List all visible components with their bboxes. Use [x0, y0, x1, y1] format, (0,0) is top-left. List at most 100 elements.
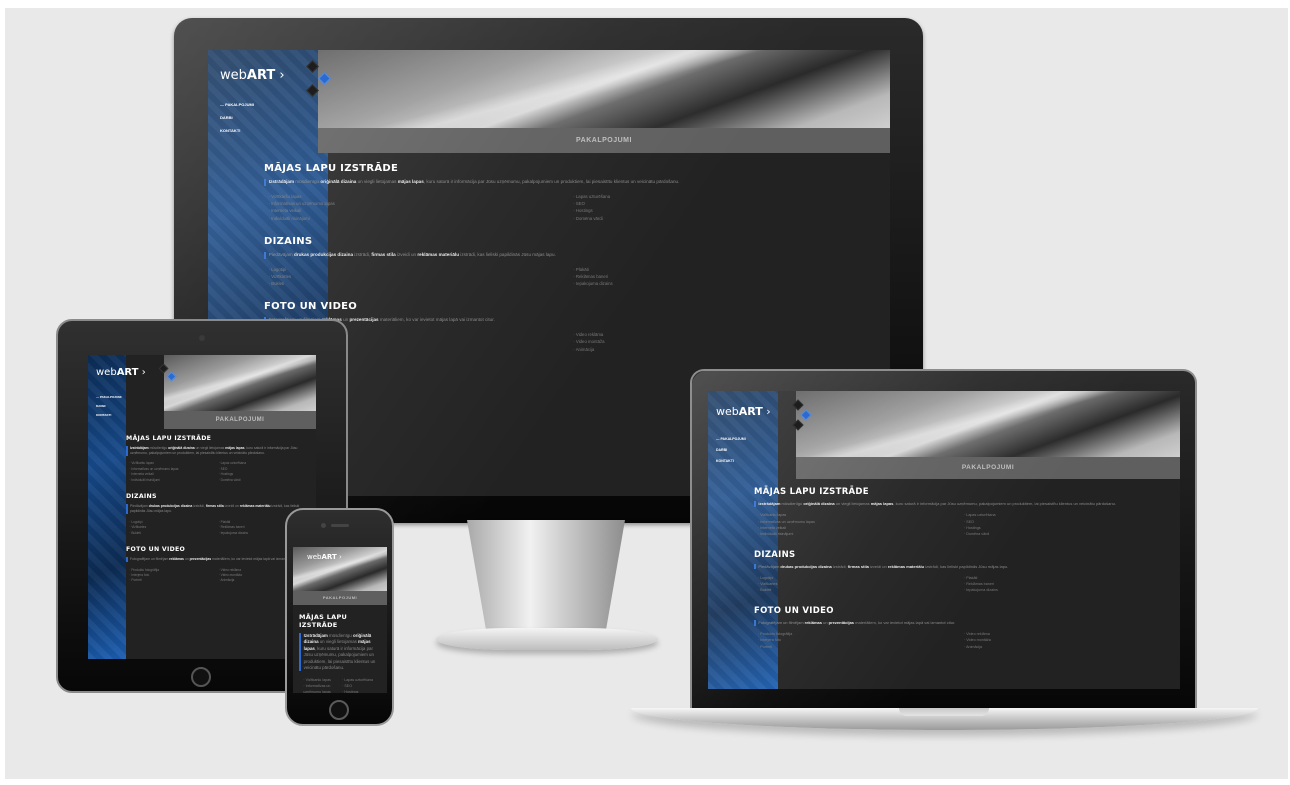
- nav-item-0[interactable]: — PAKALPOJUMI: [220, 102, 254, 107]
- content: MĀJAS LAPU IZSTRĀDE Izstrādājam mūsdienīg…: [754, 487, 1180, 662]
- logo[interactable]: webART ›: [96, 367, 146, 378]
- service-list-left: · Produktu fotogrāfija· Interjera foto· …: [758, 631, 964, 650]
- logo[interactable]: webART ›: [716, 405, 771, 418]
- service-item: · Video montāža: [573, 339, 605, 345]
- service-lists: · Produktu fotogrāfija· Interjera foto· …: [754, 631, 1170, 650]
- service-item-text: Hostings: [575, 208, 593, 214]
- service-item: · Informatīvas un uzņēmumu lapas: [268, 200, 335, 206]
- section-title: FOTO UN VIDEO: [264, 301, 358, 313]
- service-item: · Animācija: [573, 346, 595, 352]
- service-item-text: Hostings: [344, 690, 359, 693]
- intro-highlight-3: mājas lapas: [397, 179, 424, 184]
- nav-item-1[interactable]: DARBI: [96, 404, 121, 408]
- service-item-text: Portreti: [131, 578, 142, 583]
- nav-item-0[interactable]: — PAKALPOJUMI: [96, 395, 121, 399]
- intro-pre: Fotografējam un filmējam: [130, 557, 170, 561]
- responsive-mockup: webART › — PAKALPOJUMI DARBI KONTAKTI PAKALP…: [0, 0, 1290, 785]
- intro-highlight-2: prezentācijas: [189, 557, 212, 561]
- service-item-text: Informatīvas un uzņēmumu lapas: [760, 519, 815, 524]
- service-item: · Informatīvas un uzņēmumu lapas: [303, 683, 331, 693]
- tablet-screen: webART › — PAKALPOJUMI DARBI KONTAKTI PAKALP…: [88, 355, 316, 659]
- website: webART › — PAKALPOJUMI DARBI KONTAKTI PAKALP…: [88, 355, 316, 659]
- intro-highlight-1: Izstrādājam: [303, 633, 328, 638]
- service-lists: · Logotipi · Vizītkartes · Bukleti · Plakāt…: [264, 266, 878, 288]
- service-list-left: · Vizītkaršu lapas · Informatīvas un uzņē…: [758, 512, 964, 537]
- nav-item-1[interactable]: DARBI: [716, 448, 746, 452]
- section-1: DIZAINS Piedāvājam drukas produkcijas diz…: [754, 550, 1170, 594]
- content: MĀJAS LAPU IZSTRĀDE Izstrādājam mūsdienīg…: [299, 613, 387, 693]
- intro-highlight-2: oriģinālā dizaina: [168, 446, 195, 450]
- nav-item-1[interactable]: DARBI: [220, 115, 254, 120]
- section-2: FOTO UN VIDEO Fotografējam un filmējam re…: [126, 546, 308, 584]
- nav-item-2[interactable]: KONTAKTI: [96, 413, 121, 417]
- main-nav: — PAKALPOJUMI DARBI KONTAKTI: [96, 395, 121, 422]
- service-item-text: Lapas uzturēšana: [344, 677, 373, 682]
- service-list-right: · Plakāti · Reklāmas baneri · Iepakojuma d…: [964, 575, 1170, 594]
- section-intro: Fotografējam un filmējam reklāmas un pre…: [126, 557, 308, 562]
- service-item: · Iepakojuma dizains: [964, 588, 998, 593]
- intro-mid-2: un viegli lietojamas: [356, 179, 398, 184]
- service-item: · Iepakojuma dizains: [573, 281, 613, 287]
- service-item: · Lapas uzturēšana: [573, 193, 611, 199]
- intro-mid-1: mūsdienīgu: [327, 633, 353, 638]
- logo-light: web: [307, 553, 322, 561]
- service-item-text: SEO: [575, 200, 585, 206]
- nav-item-2[interactable]: KONTAKTI: [716, 459, 746, 463]
- nav-item-0[interactable]: — PAKALPOJUMI: [716, 437, 746, 441]
- intro-highlight-1: reklāmas: [804, 619, 822, 625]
- service-item-text: Plakāti: [966, 575, 978, 580]
- logo[interactable]: webART ›: [307, 553, 342, 561]
- section-band: PAKALPOJUMI: [796, 457, 1180, 479]
- service-item-text: Logotipi: [271, 266, 287, 272]
- service-item-text: Individuāli risinājumi: [271, 215, 310, 221]
- service-item: · Portreti: [758, 644, 773, 649]
- intro-highlight-1: drukas produkcijas dizaina: [780, 563, 832, 569]
- service-item-text: Lapas uzturēšana: [575, 193, 611, 199]
- section-title: MĀJAS LAPU IZSTRĀDE: [754, 487, 869, 497]
- service-item: · Hostings: [573, 208, 593, 214]
- section-title: MĀJAS LAPU IZSTRĀDE: [299, 613, 348, 629]
- service-item-text: Hostings: [220, 472, 234, 477]
- section-intro: Piedāvājam drukas produkcijas dizaina iz…: [126, 504, 308, 515]
- service-item-text: Bukleti: [131, 530, 141, 535]
- service-item: · Individuāli risinājumi: [758, 532, 794, 537]
- intro-mid-1: izstrādi,: [353, 251, 372, 257]
- service-item-text: Individuāli risinājumi: [760, 532, 794, 537]
- intro-mid-2: izveidi un: [395, 251, 418, 257]
- logo[interactable]: webART ›: [220, 68, 285, 83]
- service-item-text: Reklāmas baneri: [220, 525, 245, 530]
- service-lists: · Vizītkaršu lapas · Informatīvas un uzņē…: [754, 512, 1170, 537]
- hero-image: [164, 355, 316, 411]
- nav-item-2[interactable]: KONTAKTI: [220, 128, 254, 133]
- section-intro: Fotografējam un filmējam reklāmas un pre…: [754, 619, 1170, 626]
- intro-mid-2: materiāliem, ko var ievietot mājas lapā …: [378, 317, 495, 323]
- service-item-text: Vizītkaršu lapas: [305, 677, 331, 682]
- website: webART › — PAKALPOJUMI DARBI KONTAKTI PAKALP…: [708, 391, 1180, 689]
- service-item-text: Video reklāma: [575, 332, 604, 338]
- section-2: FOTO UN VIDEO Fotografējam un filmējam re…: [264, 301, 878, 353]
- tablet-home-button[interactable]: [191, 667, 211, 687]
- intro-highlight-2: prezentācijas: [349, 317, 379, 323]
- service-item-text: Video montāža: [220, 572, 242, 577]
- service-item-text: Portreti: [760, 644, 773, 649]
- intro-post: , kuru saturā ir informācija par Jūsu uz…: [423, 179, 680, 184]
- section-0: MĀJAS LAPU IZSTRĀDE Izstrādājam mūsdienīg…: [754, 487, 1170, 538]
- service-item-text: Vizītkartes: [271, 273, 292, 279]
- service-item-text: Bukleti: [760, 588, 772, 593]
- service-item-text: Produktu fotogrāfija: [760, 632, 793, 637]
- section-intro: Fotografējam un filmējam reklāmas un pre…: [264, 317, 878, 325]
- intro-highlight-2: firmas stila: [847, 563, 869, 569]
- section-intro: Izstrādājam mūsdienīgu oriģinālā dizaina…: [754, 501, 1170, 507]
- service-item-text: Plakāti: [220, 519, 231, 524]
- intro-highlight-3: reklāmas materiālu: [239, 504, 271, 509]
- intro-mid-1: izstrādi,: [192, 504, 206, 509]
- service-item-text: Informatīvas un uzņēmumu lapas: [271, 200, 335, 206]
- service-item-text: Interneta veikali: [760, 525, 787, 530]
- phone-home-button[interactable]: [329, 700, 349, 720]
- section-title: DIZAINS: [264, 235, 313, 247]
- intro-mid-2: izveidi un: [868, 563, 888, 569]
- service-item-text: Iepakojuma dizains: [966, 588, 998, 593]
- service-item-text: Domēna vārdi: [966, 532, 990, 537]
- service-item-text: Interneta veikali: [131, 472, 154, 477]
- section-band: PAKALPOJUMI: [293, 591, 387, 605]
